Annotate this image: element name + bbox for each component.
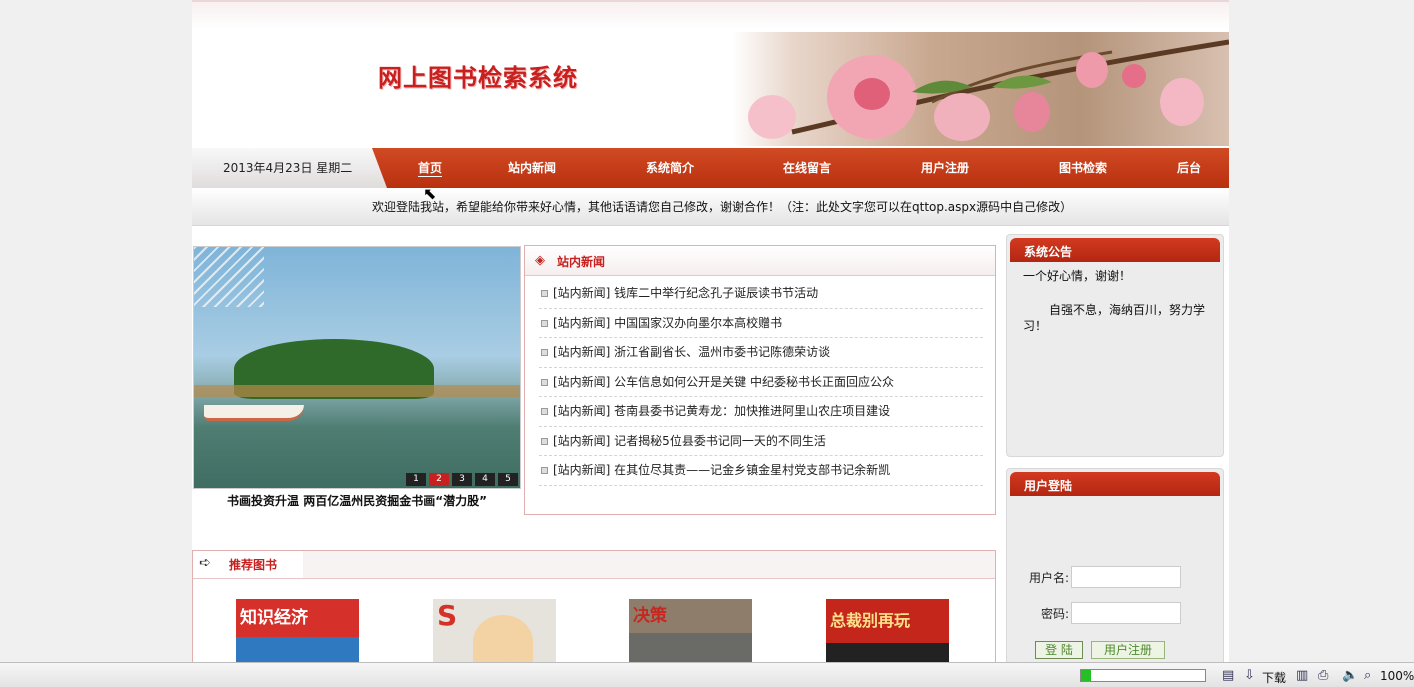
bullet-icon	[541, 408, 548, 415]
slider-page-5[interactable]: 5	[498, 473, 518, 486]
bullet-icon	[541, 437, 548, 445]
zoom-icon[interactable]: ⌕	[1364, 668, 1371, 683]
bullet-icon	[541, 290, 548, 297]
slider-page-4[interactable]: 4	[475, 473, 495, 486]
username-row: 用户名:	[1007, 566, 1225, 590]
news-panel-header: ◈ 站内新闻	[525, 246, 995, 276]
speaker-icon[interactable]: 🔈	[1342, 668, 1358, 683]
slider-page-3[interactable]: 3	[452, 473, 472, 486]
bullet-icon	[541, 467, 548, 474]
peach-blossom-banner	[732, 32, 1229, 146]
nav-item-book-search[interactable]: 图书检索	[1059, 159, 1107, 176]
password-input[interactable]	[1071, 602, 1181, 624]
slider-page-2[interactable]: 2	[429, 473, 449, 486]
recommended-books-panel: ➪ 推荐图书 知识经济 S 决策 总裁别再玩	[192, 550, 996, 662]
page-load-progress	[1080, 669, 1206, 682]
recommended-books-title: 推荐图书	[229, 558, 278, 572]
register-button[interactable]: 用户注册	[1091, 641, 1165, 659]
news-panel-title: 站内新闻	[557, 255, 606, 269]
password-row: 密码:	[1007, 602, 1225, 626]
page-icon[interactable]: ▤	[1222, 668, 1234, 683]
list-item[interactable]: [站内新闻] 中国国家汉办向墨尔本高校赠书	[539, 309, 983, 338]
username-label: 用户名:	[1028, 571, 1069, 585]
site-title: 网上图书检索系统	[378, 63, 578, 92]
nav-date-box: 2013年4月23日 星期二	[192, 148, 387, 188]
browser-status-bar: ▤ ⇩ 下载 ▥ ⎙ 🔈 ⌕ 100%	[0, 662, 1414, 687]
welcome-text: 欢迎登陆我站，希望能给你带来好心情，其他话语请您自己修改，谢谢合作！（注：此处文…	[372, 200, 1073, 214]
mouse-cursor-icon: ⬉	[423, 184, 437, 203]
login-panel: 用户登陆 用户名: 密码: 登 陆 用户注册	[1006, 468, 1224, 662]
print-icon[interactable]: ⎙	[1318, 668, 1328, 683]
recommended-books-header: ➪ 推荐图书	[193, 551, 995, 579]
download-icon[interactable]: ⇩	[1244, 668, 1255, 683]
blossom-image	[748, 39, 1229, 141]
zoom-level[interactable]: 100%	[1380, 669, 1414, 683]
header: 网上图书检索系统	[192, 30, 1229, 148]
current-date: 2013年4月23日 星期二	[223, 161, 353, 175]
announcement-title: 系统公告	[1024, 245, 1073, 259]
nav-item-admin[interactable]: 后台	[1177, 159, 1201, 176]
nav-item-news[interactable]: 站内新闻	[508, 159, 556, 176]
list-item[interactable]: [站内新闻] 记者揭秘5位县委书记同一天的不同生活	[539, 427, 983, 456]
slider-page-1[interactable]: 1	[406, 473, 426, 486]
news-list: [站内新闻] 钱库二中举行纪念孔子诞辰读书节活动 [站内新闻] 中国国家汉办向墨…	[539, 279, 983, 486]
news-panel: ◈ 站内新闻 [站内新闻] 钱库二中举行纪念孔子诞辰读书节活动 [站内新闻] 中…	[524, 245, 996, 515]
boat-image	[204, 405, 304, 421]
password-label: 密码:	[1040, 607, 1069, 621]
document-icon[interactable]: ▥	[1296, 668, 1308, 683]
login-button[interactable]: 登 陆	[1035, 641, 1083, 659]
book-cover[interactable]: 知识经济	[236, 599, 359, 662]
diamond-arrow-icon: ◈	[535, 253, 545, 268]
username-input[interactable]	[1071, 566, 1181, 588]
announcement-body: 一个好心情，谢谢！ 自强不息，海纳百川，努力学习！	[1023, 269, 1206, 333]
website: 网上图书检索系统 2013年4月23日 星期二 首页 站内新闻 系统简介 在线留…	[192, 0, 1229, 662]
bullet-icon	[541, 349, 548, 356]
book-cover[interactable]: 决策	[629, 599, 752, 662]
announcement-header: 系统公告	[1010, 238, 1220, 262]
welcome-marquee: 欢迎登陆我站，希望能给你带来好心情，其他话语请您自己修改，谢谢合作！（注：此处文…	[192, 188, 1229, 226]
arrow-right-icon: ➪	[199, 555, 211, 571]
announcement-panel: 系统公告 一个好心情，谢谢！ 自强不息，海纳百川，努力学习！	[1006, 234, 1224, 457]
top-strip	[192, 0, 1229, 30]
bullet-icon	[541, 378, 548, 386]
nav-item-home[interactable]: 首页	[418, 159, 443, 177]
login-header: 用户登陆	[1010, 472, 1220, 496]
nav-item-register[interactable]: 用户注册	[921, 159, 969, 176]
list-item[interactable]: [站内新闻] 公车信息如何公开是关键 中纪委秘书长正面回应公众	[539, 368, 983, 397]
news-slider[interactable]: 1 2 3 4 5	[193, 246, 521, 489]
list-item[interactable]: [站内新闻] 浙江省副省长、温州市委书记陈德荣访谈	[539, 338, 983, 368]
download-label[interactable]: 下载	[1262, 669, 1286, 686]
book-cover[interactable]: S	[433, 599, 556, 662]
nav-item-guestbook[interactable]: 在线留言	[783, 159, 831, 176]
list-item[interactable]: [站内新闻] 在其位尽其责——记金乡镇金星村党支部书记余新凯	[539, 456, 983, 486]
list-item[interactable]: [站内新闻] 钱库二中举行纪念孔子诞辰读书节活动	[539, 279, 983, 309]
book-cover[interactable]: 总裁别再玩	[826, 599, 949, 662]
main-nav: 2013年4月23日 星期二 首页 站内新闻 系统简介 在线留言 用户注册 图书…	[192, 148, 1229, 188]
list-item[interactable]: [站内新闻] 苍南县委书记黄寿龙：加快推进阿里山农庄项目建设	[539, 397, 983, 427]
browser-page: 网上图书检索系统 2013年4月23日 星期二 首页 站内新闻 系统简介 在线留…	[0, 0, 1414, 687]
login-title: 用户登陆	[1024, 479, 1073, 493]
slider-caption[interactable]: 书画投资升温 两百亿温州民资掘金书画“潜力股”	[193, 492, 521, 509]
slider-pager: 1 2 3 4 5	[403, 473, 518, 486]
bullet-icon	[541, 319, 548, 327]
nav-item-about[interactable]: 系统简介	[646, 159, 694, 176]
